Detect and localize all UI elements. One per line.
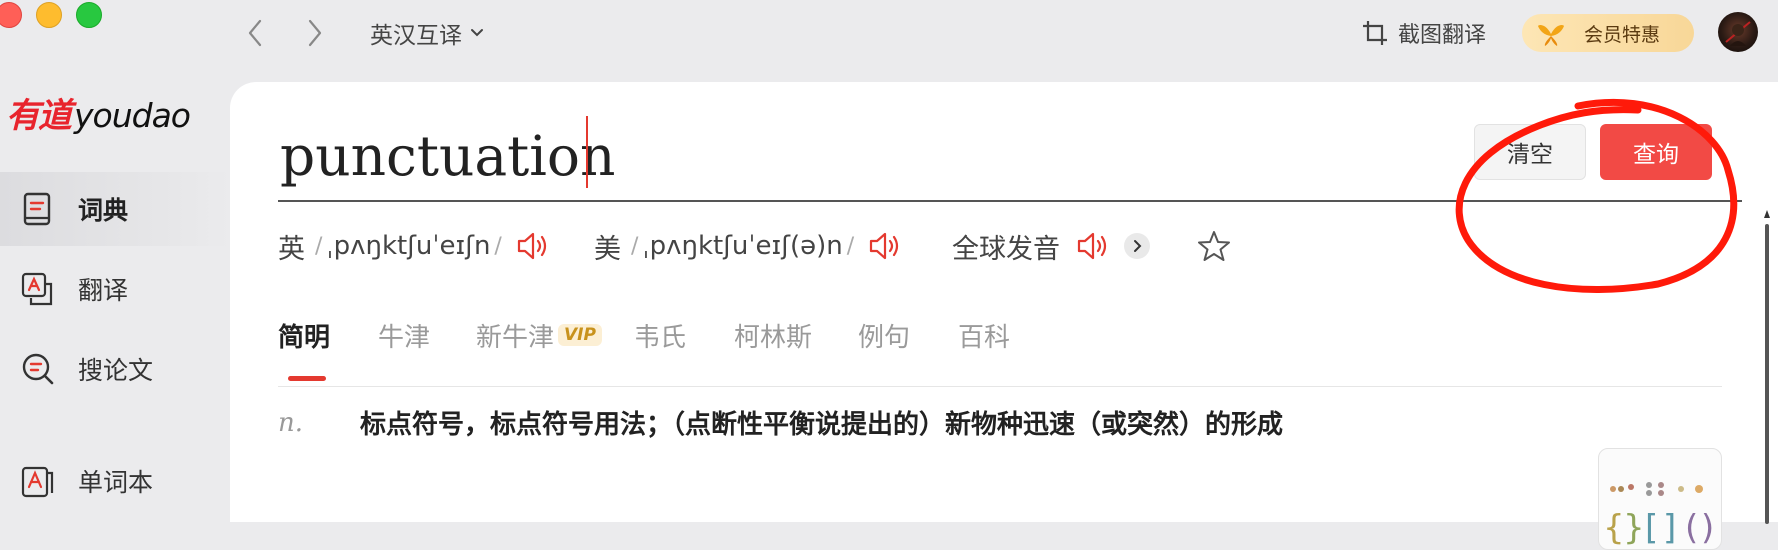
- logo-english: youdao: [74, 96, 191, 135]
- sidebar-item-label: 词典: [78, 196, 129, 225]
- chevron-down-icon: [471, 29, 483, 37]
- punctuation-marks-image: { } [ ] ( ): [1603, 482, 1714, 548]
- svg-text:[: [: [1645, 508, 1658, 548]
- svg-text:(: (: [1685, 508, 1698, 548]
- svg-text:{: {: [1603, 508, 1625, 548]
- sidebar-item-search-paper[interactable]: 搜论文: [0, 332, 230, 406]
- crop-icon: [1363, 21, 1387, 45]
- vip-offer-button[interactable]: 会员特惠: [1522, 14, 1694, 52]
- tab-webster[interactable]: 韦氏: [634, 312, 686, 358]
- translate-icon: [21, 272, 53, 306]
- slash: /: [315, 233, 323, 259]
- tab-label: 韦氏: [634, 322, 687, 353]
- us-label: 美: [594, 233, 621, 265]
- tab-collins[interactable]: 柯林斯: [734, 312, 812, 358]
- sidebar-item-dictionary[interactable]: 词典: [0, 172, 230, 246]
- vip-wings-icon: [1538, 24, 1564, 46]
- svg-text:): ): [1701, 508, 1714, 548]
- slash: /: [846, 233, 855, 259]
- speaker-icon[interactable]: [516, 229, 550, 263]
- illustration-image[interactable]: { } [ ] ( ): [1598, 448, 1722, 550]
- main-panel: punctuation 清空 查询 英 / ˌpʌŋktʃuˈeɪʃn / 美 …: [230, 82, 1778, 550]
- vip-badge: VIP: [558, 324, 602, 346]
- search-paper-icon: [22, 353, 54, 385]
- tab-label: 牛津: [378, 322, 431, 353]
- more-pronunciations-button[interactable]: [1124, 233, 1150, 259]
- chevron-right-icon: [1134, 240, 1142, 252]
- active-tab-indicator: [288, 376, 326, 381]
- definition-text: 标点符号，标点符号用法；（点断性平衡说提出的）新物种迅速（或突然）的形成: [360, 410, 1284, 440]
- tab-label: 柯林斯: [734, 322, 813, 353]
- avatar-image: [1725, 21, 1751, 46]
- pronunciation-us: 美 / ˌpʌŋktʃuˈeɪʃ(ə)n /: [594, 224, 902, 268]
- tab-encyclopedia[interactable]: 百科: [958, 312, 1010, 358]
- window-minimize-button[interactable]: [36, 2, 62, 28]
- logo-chinese: 有道: [6, 96, 72, 136]
- pronunciation-uk: 英 / ˌpʌŋktʃuˈeɪʃn /: [278, 224, 550, 268]
- sidebar-item-label: 翻译: [78, 276, 129, 305]
- speaker-icon[interactable]: [1076, 229, 1110, 263]
- text-caret: [586, 116, 588, 188]
- back-button[interactable]: [240, 16, 270, 50]
- sidebar-item-label: 单词本: [78, 468, 154, 497]
- book-icon: [23, 192, 51, 226]
- tab-new-oxford[interactable]: 新牛津 VIP: [476, 312, 602, 358]
- vip-offer-label: 会员特惠: [1584, 23, 1661, 46]
- screenshot-translate-label: 截图翻译: [1398, 23, 1487, 48]
- chevron-left-icon: [248, 19, 262, 47]
- language-mode-dropdown[interactable]: 英汉互译: [370, 16, 484, 50]
- user-avatar[interactable]: [1718, 12, 1758, 52]
- global-label: 全球发音: [952, 233, 1060, 265]
- sidebar-item-translate[interactable]: 翻译: [0, 252, 230, 326]
- slash: /: [631, 233, 639, 259]
- forward-button[interactable]: [300, 16, 330, 50]
- sidebar-item-label: 搜论文: [78, 356, 154, 385]
- search-button[interactable]: 查询: [1600, 124, 1712, 180]
- sidebar-item-wordbook[interactable]: 单词本: [0, 444, 230, 518]
- scrollbar[interactable]: [1762, 206, 1772, 526]
- tab-label: 例句: [858, 322, 911, 353]
- uk-ipa: ˌpʌŋktʃuˈeɪʃn: [326, 231, 491, 261]
- pronunciation-global: 全球发音: [952, 224, 1150, 268]
- dictionary-tabs: 简明 牛津 新牛津 VIP 韦氏 柯林斯 例句 百科: [278, 312, 1722, 386]
- tab-label: 简明: [278, 322, 331, 353]
- tabs-divider: [278, 386, 1722, 387]
- tab-examples[interactable]: 例句: [858, 312, 910, 358]
- window-close-button[interactable]: [0, 2, 22, 28]
- slash: /: [494, 233, 502, 259]
- window-zoom-button[interactable]: [76, 2, 102, 28]
- wordbook-icon: [21, 466, 54, 498]
- svg-text:}: }: [1623, 508, 1645, 548]
- tab-concise[interactable]: 简明: [278, 312, 330, 358]
- search-underline: [278, 200, 1742, 202]
- screenshot-translate-button[interactable]: 截图翻译: [1362, 14, 1486, 52]
- speaker-icon[interactable]: [868, 229, 902, 263]
- clear-button[interactable]: 清空: [1474, 124, 1586, 180]
- youdao-logo: 有道 youdao: [6, 88, 191, 137]
- language-mode-label: 英汉互译: [370, 23, 462, 49]
- tab-label: 百科: [958, 322, 1011, 353]
- star-icon[interactable]: [1196, 228, 1232, 264]
- us-ipa: ˌpʌŋktʃuˈeɪʃ(ə)n: [642, 231, 843, 261]
- uk-label: 英: [278, 233, 305, 265]
- chevron-right-icon: [308, 19, 322, 47]
- tab-label: 新牛津: [476, 322, 555, 353]
- tab-oxford[interactable]: 牛津: [378, 312, 430, 358]
- svg-text:]: ]: [1663, 508, 1676, 548]
- part-of-speech: n.: [278, 408, 304, 438]
- search-input[interactable]: punctuation: [280, 124, 615, 188]
